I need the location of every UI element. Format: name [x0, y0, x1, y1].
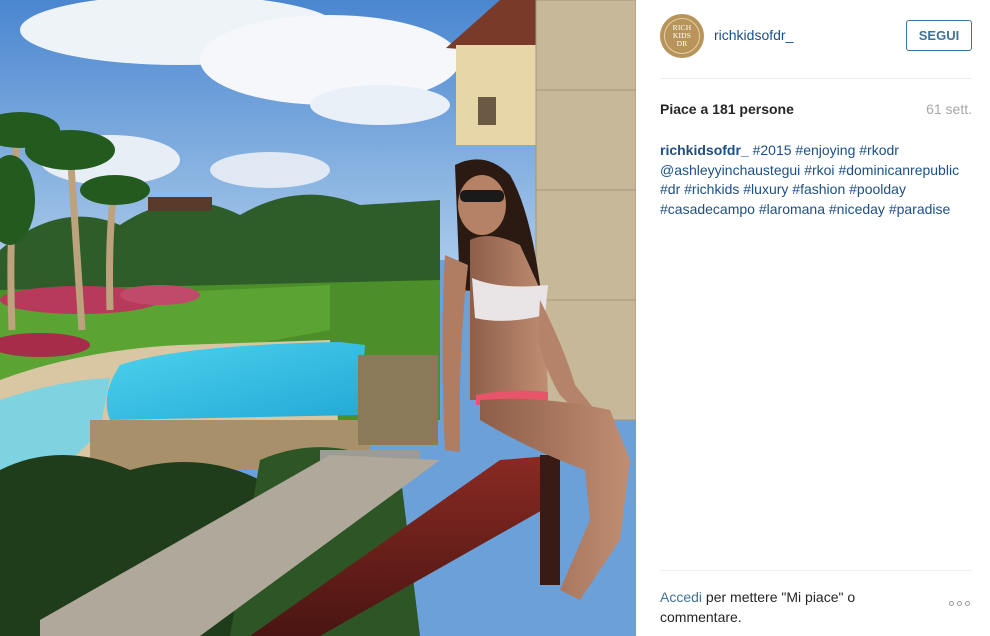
instagram-post-view: RICH KIDS DR richkidsofdr_ SEGUI Piace a… [0, 0, 990, 636]
login-prompt: Accedi per mettere "Mi piace" o commenta… [660, 587, 910, 627]
post-photo[interactable] [0, 0, 636, 636]
more-options-icon[interactable] [949, 601, 970, 606]
post-side-panel: RICH KIDS DR richkidsofdr_ SEGUI Piace a… [636, 0, 990, 636]
hashtag-link[interactable]: #2015 [753, 142, 792, 158]
likes-row: Piace a 181 persone 61 sett. [660, 101, 972, 121]
hashtag-link[interactable]: #dominicanrepublic [838, 162, 959, 178]
post-footer: Accedi per mettere "Mi piace" o commenta… [660, 587, 972, 627]
avatar-logo: RICH KIDS DR [664, 18, 700, 54]
mention-link[interactable]: @ashleyyinchaustegui [660, 162, 800, 178]
post-caption: richkidsofdr_ #2015 #enjoying #rkodr @as… [660, 141, 972, 219]
poolside-photo-illustration [0, 0, 636, 636]
hashtag-link[interactable]: #casadecampo [660, 201, 755, 217]
avatar-logo-line-3: DR [676, 39, 688, 48]
follow-button[interactable]: SEGUI [906, 20, 972, 51]
login-link[interactable]: Accedi [660, 589, 702, 605]
hashtag-link[interactable]: #paradise [889, 201, 951, 217]
hashtag-link[interactable]: #luxury [743, 181, 788, 197]
likes-suffix: persone [735, 101, 794, 117]
author-username-link[interactable]: richkidsofdr_ [714, 27, 793, 43]
hashtag-link[interactable]: #rkoi [804, 162, 834, 178]
hashtag-link[interactable]: #laromana [759, 201, 825, 217]
hashtag-link[interactable]: #enjoying [795, 142, 855, 158]
header-divider [660, 78, 972, 79]
hashtag-link[interactable]: #poolday [849, 181, 906, 197]
likes-number: 181 [712, 101, 736, 117]
likes-prefix: Piace a [660, 101, 713, 117]
avatar[interactable]: RICH KIDS DR [660, 14, 704, 58]
hashtag-link[interactable]: #niceday [829, 201, 885, 217]
likes-count-text[interactable]: Piace a 181 persone [660, 101, 794, 117]
footer-divider [660, 570, 972, 571]
hashtag-link[interactable]: #fashion [792, 181, 845, 197]
hashtag-link[interactable]: #richkids [684, 181, 739, 197]
post-timestamp[interactable]: 61 sett. [926, 101, 972, 117]
post-header: RICH KIDS DR richkidsofdr_ SEGUI [660, 14, 972, 60]
hashtag-link[interactable]: #dr [660, 181, 680, 197]
caption-username-link[interactable]: richkidsofdr_ [660, 142, 749, 158]
hashtag-link[interactable]: #rkodr [859, 142, 899, 158]
